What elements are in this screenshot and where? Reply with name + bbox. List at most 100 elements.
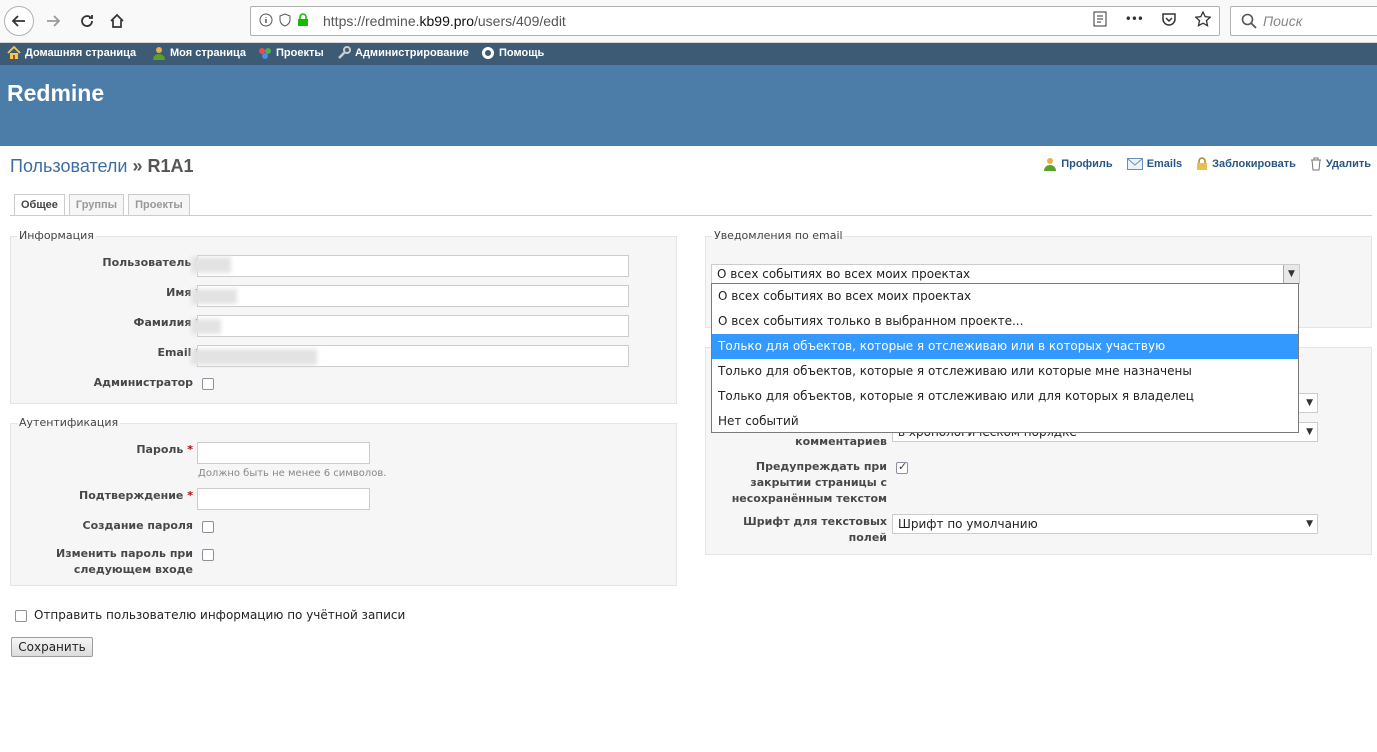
trash-icon bbox=[1310, 157, 1321, 171]
forward-button[interactable] bbox=[38, 6, 68, 36]
top-menu-home[interactable]: Домашняя страница bbox=[7, 46, 136, 60]
tab-projects[interactable]: Проекты bbox=[128, 194, 190, 215]
reload-icon bbox=[81, 15, 93, 27]
mail-notification-selected: О всех событиях во всех моих проектах bbox=[717, 267, 971, 281]
authentication-box: Аутентификация Пароль * Должно быть не м… bbox=[10, 416, 677, 586]
search-icon bbox=[1241, 13, 1257, 29]
user-icon bbox=[1044, 158, 1057, 171]
chevron-down-icon[interactable]: ▼ bbox=[1283, 265, 1299, 283]
password-label: Пароль * bbox=[136, 443, 193, 456]
info-icon[interactable] bbox=[259, 13, 273, 27]
chevron-down-icon: ▼ bbox=[1306, 519, 1313, 529]
mail-notification-option-highlighted[interactable]: Только для объектов, которые я отслежива… bbox=[712, 334, 1298, 359]
arrow-right-icon bbox=[47, 15, 61, 27]
delete-user-link[interactable]: Удалить bbox=[1310, 157, 1371, 171]
home-icon bbox=[7, 46, 21, 59]
email-label: Email * bbox=[157, 346, 201, 359]
url-text: https://redmine.kb99.pro/users/409/edit bbox=[323, 13, 566, 29]
search-placeholder: Поиск bbox=[1263, 13, 1303, 29]
redacted-login bbox=[191, 257, 231, 273]
information-legend: Информация bbox=[17, 229, 96, 242]
projects-icon bbox=[259, 48, 271, 59]
chevron-down-icon: ▼ bbox=[1306, 398, 1313, 408]
lock-user-link[interactable]: Заблокировать bbox=[1196, 157, 1296, 171]
help-icon bbox=[482, 47, 494, 59]
header: Redmine bbox=[0, 65, 1377, 146]
breadcrumb-current: R1A1 bbox=[147, 156, 194, 176]
redacted-firstname bbox=[191, 289, 237, 304]
textarea-font-value: Шрифт по умолчанию bbox=[898, 517, 1038, 531]
breadcrumb-separator: » bbox=[127, 156, 148, 176]
reader-view-icon[interactable] bbox=[1093, 11, 1107, 27]
save-button[interactable]: Сохранить bbox=[11, 637, 93, 657]
top-menu-my-page[interactable]: Моя страница bbox=[152, 46, 246, 60]
top-menu: Домашняя страница Моя страница Проекты А… bbox=[0, 43, 1377, 65]
address-bar[interactable]: https://redmine.kb99.pro/users/409/edit … bbox=[250, 6, 1220, 36]
lastname-input[interactable] bbox=[197, 315, 629, 337]
admin-checkbox[interactable] bbox=[202, 378, 214, 390]
page-title: Пользователи » R1A1 bbox=[10, 156, 194, 177]
more-icon[interactable]: ••• bbox=[1125, 12, 1144, 26]
lock-icon bbox=[1197, 157, 1208, 170]
mail-notification-option[interactable]: О всех событиях только в выбранном проек… bbox=[712, 309, 1298, 334]
login-input[interactable] bbox=[197, 255, 629, 277]
breadcrumb-users-link[interactable]: Пользователи bbox=[10, 156, 127, 176]
top-menu-administration-label: Администрирование bbox=[355, 47, 469, 59]
profile-link[interactable]: Профиль bbox=[1043, 157, 1113, 171]
reload-button[interactable] bbox=[72, 6, 102, 36]
app-title: Redmine bbox=[7, 80, 105, 106]
back-button[interactable] bbox=[4, 6, 34, 36]
emails-link[interactable]: Emails bbox=[1126, 157, 1183, 171]
generate-password-label: Создание пароля bbox=[82, 519, 194, 532]
generate-password-checkbox[interactable] bbox=[202, 521, 214, 533]
login-label: Пользователь * bbox=[102, 256, 201, 269]
redacted-lastname bbox=[191, 319, 221, 334]
shield-icon[interactable] bbox=[279, 13, 291, 27]
home-icon bbox=[110, 13, 124, 28]
pocket-icon[interactable] bbox=[1161, 11, 1177, 27]
browser-toolbar: https://redmine.kb99.pro/users/409/edit … bbox=[0, 0, 1377, 43]
password-confirmation-label: Подтверждение * bbox=[79, 489, 193, 502]
search-input[interactable]: Поиск bbox=[1230, 6, 1377, 36]
mail-notification-option[interactable]: Нет событий bbox=[712, 409, 1298, 434]
lastname-label: Фамилия * bbox=[133, 316, 201, 329]
mail-notification-option[interactable]: Только для объектов, которые я отслежива… bbox=[712, 359, 1298, 384]
firstname-label: Имя * bbox=[166, 286, 201, 299]
password-hint: Должно быть не менее 6 символов. bbox=[198, 468, 387, 479]
tab-groups[interactable]: Группы bbox=[68, 194, 125, 215]
send-information-checkbox[interactable] bbox=[15, 610, 27, 622]
top-menu-projects-label: Проекты bbox=[276, 47, 324, 59]
comments-order-label: комментариев bbox=[795, 435, 887, 448]
email-notifications-legend: Уведомления по email bbox=[712, 229, 845, 242]
warn-unsaved-label: Предупреждать при закрытии страницы с несо… bbox=[731, 460, 887, 505]
textarea-font-select[interactable]: Шрифт по умолчанию ▼ bbox=[892, 514, 1318, 534]
home-button[interactable] bbox=[102, 6, 132, 36]
must-change-password-checkbox[interactable] bbox=[202, 549, 214, 561]
emails-link-label: Emails bbox=[1146, 158, 1183, 170]
lock-icon[interactable] bbox=[297, 13, 309, 27]
contextual-actions: Профиль Emails Заблокировать Удалить bbox=[1043, 157, 1371, 171]
user-icon bbox=[153, 47, 165, 60]
tab-general[interactable]: Общее bbox=[14, 194, 65, 216]
authentication-legend: Аутентификация bbox=[17, 416, 121, 429]
top-menu-my-page-label: Моя страница bbox=[170, 47, 246, 59]
firstname-input[interactable] bbox=[197, 285, 629, 307]
top-menu-help[interactable]: Помощь bbox=[481, 46, 544, 60]
tabs: Общее Группы Проекты bbox=[14, 194, 190, 216]
warn-unsaved-checkbox[interactable] bbox=[896, 460, 908, 474]
mail-notification-option[interactable]: Только для объектов, которые я отслежива… bbox=[712, 384, 1298, 409]
password-input[interactable] bbox=[197, 442, 370, 464]
password-confirmation-input[interactable] bbox=[197, 488, 370, 510]
textarea-font-label: Шрифт для текстовых полей bbox=[743, 515, 887, 544]
bookmark-star-icon[interactable] bbox=[1195, 11, 1211, 27]
mail-notification-option[interactable]: О всех событиях во всех моих проектах bbox=[712, 284, 1298, 309]
delete-user-link-label: Удалить bbox=[1325, 158, 1371, 170]
chevron-down-icon: ▼ bbox=[1306, 427, 1313, 437]
information-box: Информация Пользователь * Имя * Фамилия … bbox=[10, 229, 677, 404]
top-menu-projects[interactable]: Проекты bbox=[258, 46, 324, 60]
mail-notification-select[interactable]: О всех событиях во всех моих проектах ▼ bbox=[711, 264, 1300, 284]
top-menu-administration[interactable]: Администрирование bbox=[337, 46, 469, 60]
send-information-label: Отправить пользователю информацию по учё… bbox=[34, 608, 406, 622]
admin-label: Администратор bbox=[93, 376, 193, 389]
profile-link-label: Профиль bbox=[1061, 158, 1113, 170]
